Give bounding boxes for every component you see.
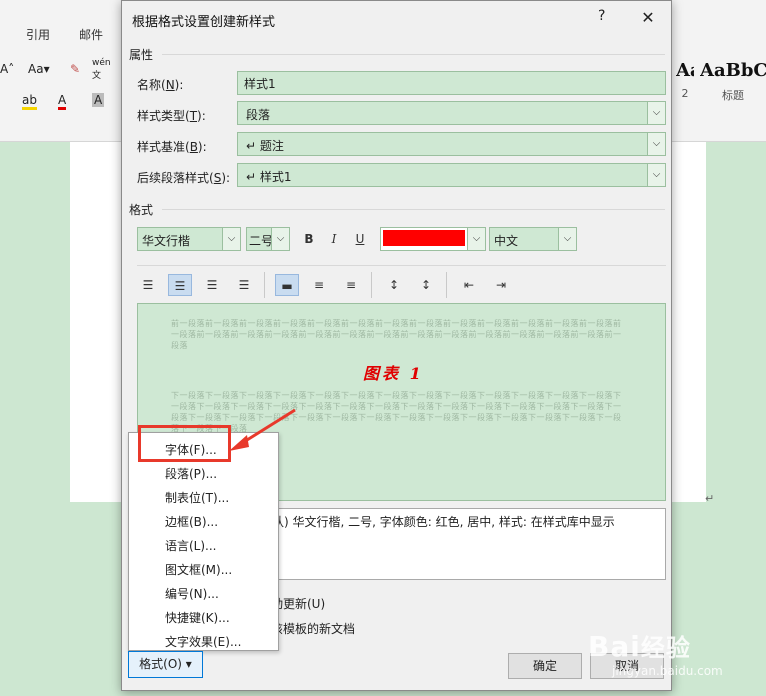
chevron-down-icon[interactable]: ⌵ — [271, 228, 289, 250]
change-case-icon[interactable]: Aa▾ — [28, 62, 50, 76]
based-on-value: ↵ 题注 — [246, 139, 284, 153]
language-select[interactable]: 中文 ⌵ — [489, 227, 577, 251]
style-type-select[interactable]: 段落 ⌵ — [237, 101, 666, 125]
watermark-logo: Bai经验 — [588, 630, 691, 663]
double-spacing-icon[interactable]: ≡ — [339, 274, 363, 296]
separator — [264, 272, 265, 298]
tab-mailings[interactable]: 邮件 — [79, 26, 103, 43]
dialog-title: 根据格式设置创建新样式 — [132, 15, 276, 30]
properties-section-label: 属性 — [129, 48, 154, 62]
chevron-down-icon[interactable]: ⌵ — [467, 228, 485, 250]
clear-format-icon[interactable]: ✎ — [70, 62, 80, 76]
style-label: 标题 — [722, 89, 744, 102]
new-documents-label[interactable]: 该模板的新文档 — [271, 620, 355, 637]
menu-item-language[interactable]: 语言(L)... — [165, 537, 217, 554]
format-button[interactable]: 格式(O) ▾ — [128, 651, 203, 678]
increase-spacing-before-icon[interactable]: ↕ — [382, 274, 406, 296]
menu-item-numbering[interactable]: 编号(N)... — [165, 585, 219, 602]
divider — [162, 54, 665, 55]
separator — [371, 272, 372, 298]
highlight-box — [138, 425, 231, 462]
following-style-select[interactable]: ↵ 样式1 ⌵ — [237, 163, 666, 187]
highlight-icon[interactable]: ab — [22, 93, 37, 110]
justify-icon[interactable]: ☰ — [232, 274, 256, 296]
bold-button[interactable]: B — [297, 228, 321, 250]
one-half-spacing-icon[interactable]: ≡ — [307, 274, 331, 296]
style-sample: AaBbC — [676, 60, 694, 81]
menu-item-border[interactable]: 边框(B)... — [165, 513, 218, 530]
language-value: 中文 — [494, 234, 519, 248]
style-label: 2 — [681, 87, 689, 100]
font-color-icon[interactable]: A — [58, 93, 67, 110]
watermark-url: jingyan.baidu.com — [612, 664, 723, 678]
menu-item-tabs[interactable]: 制表位(T)... — [165, 489, 229, 506]
based-on-label: 样式基准(B): — [137, 140, 207, 154]
name-label: 名称(N): — [137, 78, 184, 92]
chevron-down-icon[interactable]: ⌵ — [647, 102, 665, 124]
separator — [446, 272, 447, 298]
font-size-value: 二号 — [249, 234, 274, 248]
name-field[interactable]: 样式1 — [237, 71, 666, 95]
preview-previous-paragraph: 前一段落前一段落前一段落前一段落前一段落前一段落前一段落前一段落前一段落前一段落… — [171, 319, 622, 350]
italic-button[interactable]: I — [322, 228, 346, 250]
font-size-select[interactable]: 二号 ⌵ — [246, 227, 290, 251]
menu-item-paragraph[interactable]: 段落(P)... — [165, 465, 217, 482]
align-left-icon[interactable]: ☰ — [136, 274, 160, 296]
divider — [162, 209, 665, 210]
style-sample: AaBbC — [700, 60, 766, 81]
decrease-indent-icon[interactable]: ⇤ — [457, 274, 481, 296]
help-icon[interactable]: ? — [598, 8, 605, 24]
annotation-arrow-icon — [229, 408, 296, 451]
ok-button[interactable]: 确定 — [508, 653, 582, 679]
menu-item-frame[interactable]: 图文框(M)... — [165, 561, 232, 578]
auto-update-label[interactable]: 动更新(U) — [271, 595, 325, 612]
style-card-title[interactable]: AaBbC 标题 — [700, 60, 766, 108]
chevron-down-icon[interactable]: ⌵ — [647, 164, 665, 186]
format-menu: 字体(F)... 段落(P)... 制表位(T)... 边框(B)... 语言(… — [128, 432, 279, 651]
preview-sample-text: 图表 1 — [363, 364, 424, 383]
font-name-select[interactable]: 华文行楷 ⌵ — [137, 227, 241, 251]
increase-indent-icon[interactable]: ⇥ — [489, 274, 513, 296]
based-on-select[interactable]: ↵ 题注 ⌵ — [237, 132, 666, 156]
following-style-label: 后续段落样式(S): — [137, 171, 231, 185]
align-right-icon[interactable]: ☰ — [200, 274, 224, 296]
underline-button[interactable]: U — [348, 228, 372, 250]
chevron-down-icon[interactable]: ⌵ — [647, 133, 665, 155]
menu-item-text-effects[interactable]: 文字效果(E)... — [165, 633, 241, 650]
following-style-value: ↵ 样式1 — [246, 170, 292, 184]
single-spacing-icon[interactable]: ▬ — [275, 274, 299, 296]
character-shading-icon[interactable]: A — [92, 93, 105, 107]
format-section-label: 格式 — [129, 203, 154, 217]
phonetic-guide-icon[interactable]: wén 文 — [92, 58, 111, 81]
decrease-spacing-before-icon[interactable]: ↕ — [414, 274, 438, 296]
tab-references[interactable]: 引用 — [26, 26, 50, 43]
style-type-label: 样式类型(T): — [137, 109, 206, 123]
menu-item-shortcut-key[interactable]: 快捷键(K)... — [165, 609, 230, 626]
divider — [137, 265, 666, 266]
close-icon[interactable]: ✕ — [636, 6, 660, 30]
font-color-swatch — [383, 230, 465, 246]
chevron-down-icon[interactable]: ⌵ — [222, 228, 240, 250]
style-card-heading2[interactable]: AaBbC 2 — [676, 60, 694, 108]
chevron-down-icon[interactable]: ⌵ — [558, 228, 576, 250]
font-name-value: 华文行楷 — [142, 234, 191, 248]
align-center-icon[interactable]: ☰ — [168, 274, 192, 296]
paragraph-mark: ↵ — [705, 492, 715, 505]
style-type-value: 段落 — [246, 108, 271, 122]
font-size-icon[interactable]: A˄ — [0, 62, 14, 76]
